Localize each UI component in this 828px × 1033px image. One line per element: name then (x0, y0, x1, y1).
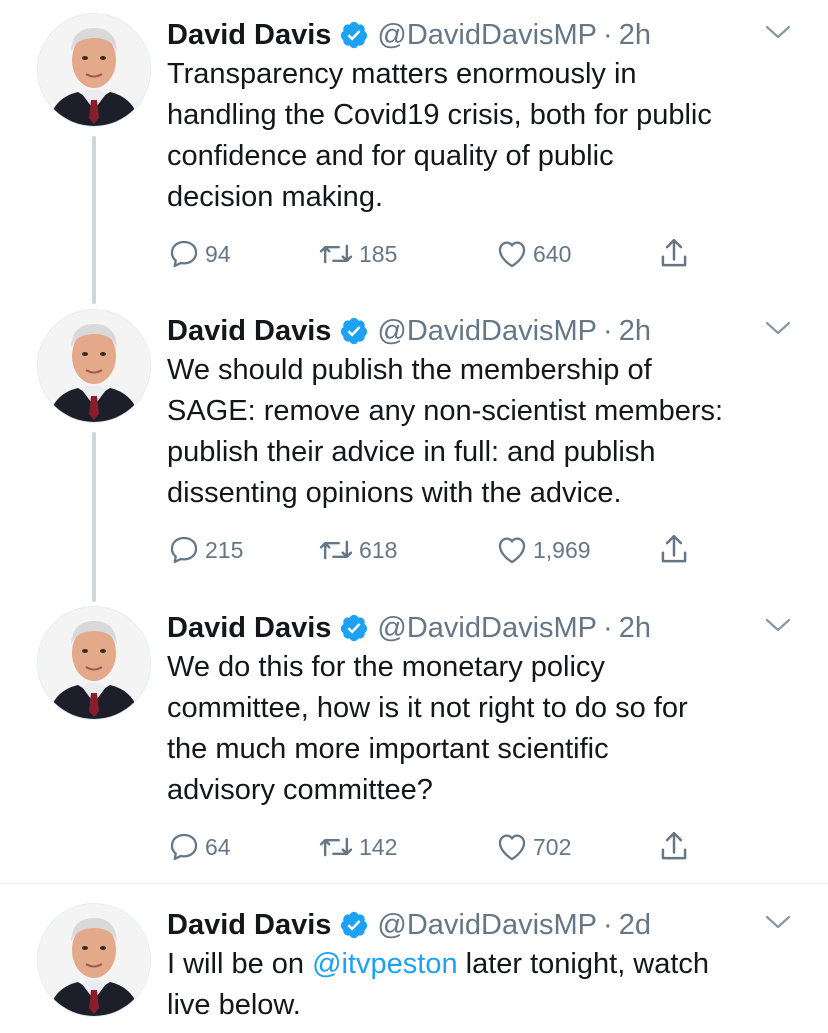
retweet-icon (317, 830, 359, 864)
tweet-header: David Davis @DavidDavisMP · 2h (167, 14, 651, 56)
retweet-count: 618 (359, 536, 398, 563)
thread-line (92, 432, 96, 602)
tweet-timeline: David Davis @DavidDavisMP · 2h Transpare… (0, 0, 828, 1033)
retweet-count: 142 (359, 833, 398, 860)
share-button[interactable] (657, 530, 695, 570)
author-handle[interactable]: @DavidDavisMP (377, 19, 597, 52)
chevron-down-icon[interactable] (764, 22, 792, 42)
reply-button[interactable]: 215 (167, 530, 243, 570)
heart-icon (495, 237, 533, 271)
separator: · (603, 611, 613, 644)
verified-badge-icon (339, 316, 369, 346)
reply-count: 215 (205, 536, 244, 563)
like-count: 702 (533, 833, 572, 860)
author-name[interactable]: David Davis (167, 19, 331, 52)
share-icon (657, 532, 695, 568)
like-button[interactable]: 640 (495, 234, 571, 274)
retweet-count: 185 (359, 240, 398, 267)
avatar[interactable] (38, 607, 150, 719)
tweet-header: David Davis @DavidDavisMP · 2h (167, 310, 651, 352)
retweet-button[interactable]: 142 (317, 827, 397, 867)
retweet-button[interactable]: 185 (317, 234, 397, 274)
heart-icon (495, 830, 533, 864)
author-name[interactable]: David Davis (167, 612, 331, 645)
reply-icon (167, 830, 205, 864)
author-handle[interactable]: @DavidDavisMP (377, 315, 597, 348)
avatar[interactable] (38, 904, 150, 1016)
verified-badge-icon (339, 613, 369, 643)
tweet-header: David Davis @DavidDavisMP · 2d (167, 904, 651, 946)
tweet-text: Transparency matters enormously in handl… (167, 58, 712, 213)
verified-badge-icon (339, 910, 369, 940)
author-handle[interactable]: @DavidDavisMP (377, 909, 597, 942)
share-button[interactable] (657, 827, 695, 867)
share-button[interactable] (657, 234, 695, 274)
author-handle[interactable]: @DavidDavisMP (377, 612, 597, 645)
like-button[interactable]: 1,969 (495, 530, 591, 570)
tweet-text: We should publish the membership of SAGE… (167, 354, 724, 509)
heart-icon (495, 533, 533, 567)
separator: · (603, 908, 613, 941)
timestamp[interactable]: 2h (619, 315, 651, 348)
avatar[interactable] (38, 310, 150, 422)
mention-link[interactable]: @itvpeston (312, 948, 458, 980)
share-icon (657, 236, 695, 272)
chevron-down-icon[interactable] (764, 615, 792, 635)
timestamp[interactable]: 2h (619, 19, 651, 52)
reply-icon (167, 237, 205, 271)
thread-line (92, 136, 96, 304)
tweet-text-start: I will be on (167, 948, 313, 980)
retweet-icon (317, 237, 359, 271)
tweet-text: I will be on @itvpeston later tonight, w… (167, 944, 807, 1026)
retweet-icon (317, 533, 359, 567)
separator: · (603, 314, 613, 347)
share-icon (657, 829, 695, 865)
reply-icon (167, 533, 205, 567)
tweet-header: David Davis @DavidDavisMP · 2h (167, 607, 651, 649)
author-name[interactable]: David Davis (167, 909, 331, 942)
tweet-text: We do this for the monetary policy commi… (167, 651, 688, 806)
chevron-down-icon[interactable] (764, 912, 792, 932)
tweet-actions: 215 618 1,969 (167, 530, 727, 570)
chevron-down-icon[interactable] (764, 318, 792, 338)
reply-button[interactable]: 64 (167, 827, 231, 867)
retweet-button[interactable]: 618 (317, 530, 397, 570)
reply-count: 64 (205, 833, 231, 860)
author-name[interactable]: David Davis (167, 315, 331, 348)
timestamp[interactable]: 2h (619, 612, 651, 645)
separator: · (603, 18, 613, 51)
avatar[interactable] (38, 14, 150, 126)
like-count: 1,969 (533, 536, 591, 563)
verified-badge-icon (339, 20, 369, 50)
divider (0, 883, 828, 884)
tweet-actions: 64 142 702 (167, 827, 727, 867)
reply-count: 94 (205, 240, 231, 267)
timestamp[interactable]: 2d (619, 909, 651, 942)
like-button[interactable]: 702 (495, 827, 571, 867)
tweet-actions: 94 185 640 (167, 234, 727, 274)
reply-button[interactable]: 94 (167, 234, 231, 274)
like-count: 640 (533, 240, 572, 267)
